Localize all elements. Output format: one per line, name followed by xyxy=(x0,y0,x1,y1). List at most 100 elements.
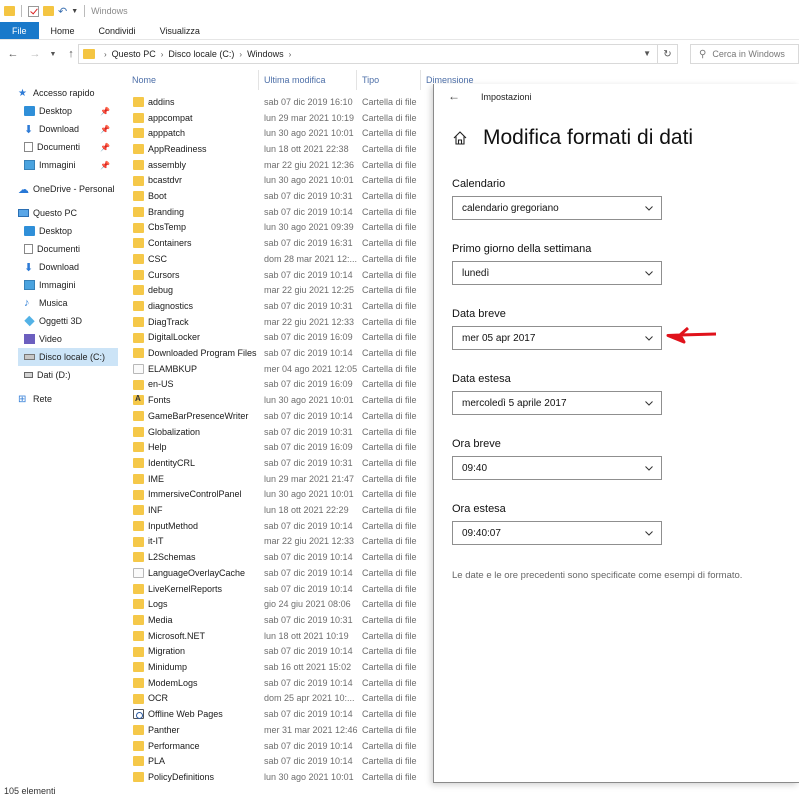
recent-locations-chevron-icon[interactable]: ▼ xyxy=(46,51,60,58)
table-row[interactable]: diagnostics sab 07 dic 2019 10:31 Cartella… xyxy=(128,298,428,314)
column-header-date[interactable]: Ultima modifica xyxy=(264,75,326,85)
refresh-icon[interactable]: ↻ xyxy=(657,45,677,63)
nav-data-d[interactable]: Dati (D:) xyxy=(24,366,71,384)
up-arrow-icon[interactable]: ↑ xyxy=(64,48,78,60)
table-row[interactable]: InputMethod sab 07 dic 2019 10:14 Cartella… xyxy=(128,518,428,534)
table-row[interactable]: Offline Web Pages sab 07 dic 2019 10:14 Ca… xyxy=(128,706,428,722)
nav-images-pinned[interactable]: Immagini 📌 xyxy=(24,156,124,174)
address-bar[interactable]: › Questo PC › Disco locale (C:) › Window… xyxy=(78,44,678,64)
short-date-dropdown[interactable]: mer 05 apr 2017 xyxy=(452,326,662,350)
address-history-chevron-icon[interactable]: ▼ xyxy=(643,49,651,58)
nav-documents-pinned[interactable]: Documenti 📌 xyxy=(24,138,124,156)
nav-this-pc[interactable]: Questo PC xyxy=(18,204,77,222)
chevron-right-icon[interactable]: › xyxy=(239,50,242,59)
table-row[interactable]: Globalization sab 07 dic 2019 10:31 Cartel… xyxy=(128,424,428,440)
table-row[interactable]: en-US sab 07 dic 2019 16:09 Cartella di fi… xyxy=(128,377,428,393)
tab-file[interactable]: File xyxy=(0,22,39,39)
table-row[interactable]: L2Schemas sab 07 dic 2019 10:14 Cartella d… xyxy=(128,549,428,565)
table-row[interactable]: DiagTrack mar 22 giu 2021 12:33 Cartella d… xyxy=(128,314,428,330)
nav-download[interactable]: ⬇ Download xyxy=(24,258,79,276)
calendar-dropdown[interactable]: calendario gregoriano xyxy=(452,196,662,220)
table-row[interactable]: CbsTemp lun 30 ago 2021 09:39 Cartella di … xyxy=(128,220,428,236)
table-row[interactable]: PolicyDefinitions lun 30 ago 2021 10:01 Ca… xyxy=(128,769,428,785)
nav-desktop[interactable]: Desktop xyxy=(24,222,72,240)
nav-quick-access[interactable]: ★ Accesso rapido xyxy=(18,84,95,102)
forward-arrow-icon[interactable]: → xyxy=(28,48,42,60)
nav-local-disk-c[interactable]: Disco locale (C:) xyxy=(18,348,118,366)
table-row[interactable]: Containers sab 07 dic 2019 16:31 Cartella … xyxy=(128,235,428,251)
folder-icon xyxy=(133,599,144,610)
table-row[interactable]: Performance sab 07 dic 2019 10:14 Cartella… xyxy=(128,738,428,754)
table-row[interactable]: addins sab 07 dic 2019 16:10 Cartella di f… xyxy=(128,94,428,110)
chevron-down-icon[interactable]: ▼ xyxy=(71,8,78,15)
column-divider[interactable] xyxy=(258,70,259,90)
column-divider[interactable] xyxy=(420,70,421,90)
properties-icon[interactable] xyxy=(28,5,39,17)
table-row[interactable]: Media sab 07 dic 2019 10:31 Cartella di fi… xyxy=(128,612,428,628)
table-row[interactable]: LiveKernelReports sab 07 dic 2019 10:14 Ca… xyxy=(128,581,428,597)
table-row[interactable]: Fonts lun 30 ago 2021 10:01 Cartella di fi… xyxy=(128,392,428,408)
column-header-type[interactable]: Tipo xyxy=(362,75,379,85)
table-row[interactable]: Cursors sab 07 dic 2019 10:14 Cartella di … xyxy=(128,267,428,283)
search-input[interactable]: ⚲ Cerca in Windows xyxy=(690,44,799,64)
table-row[interactable]: debug mar 22 giu 2021 12:25 Cartella di fi… xyxy=(128,282,428,298)
nav-download-pinned[interactable]: ⬇ Download 📌 xyxy=(24,120,124,138)
tab-share[interactable]: Condividi xyxy=(87,22,148,39)
table-row[interactable]: Minidump sab 16 ott 2021 15:02 Cartella di… xyxy=(128,659,428,675)
new-folder-icon[interactable] xyxy=(43,6,54,16)
table-row[interactable]: ModemLogs sab 07 dic 2019 10:14 Cartella d… xyxy=(128,675,428,691)
nav-images[interactable]: Immagini xyxy=(24,276,76,294)
chevron-right-icon[interactable]: › xyxy=(104,50,107,59)
back-arrow-icon[interactable]: ← xyxy=(6,48,20,60)
long-time-dropdown[interactable]: 09:40:07 xyxy=(452,521,662,545)
table-row[interactable]: Help sab 07 dic 2019 16:09 Cartella di fil… xyxy=(128,439,428,455)
nav-music[interactable]: ♪ Musica xyxy=(24,294,68,312)
nav-onedrive[interactable]: ☁ OneDrive - Personal xyxy=(18,180,115,198)
table-row[interactable]: IdentityCRL sab 07 dic 2019 10:31 Cartella… xyxy=(128,455,428,471)
tab-view[interactable]: Visualizza xyxy=(148,22,212,39)
table-row[interactable]: OCR dom 25 apr 2021 10:... Cartella di fil… xyxy=(128,691,428,707)
table-row[interactable]: CSC dom 28 mar 2021 12:... Cartella di fil… xyxy=(128,251,428,267)
chevron-right-icon[interactable]: › xyxy=(161,50,164,59)
chevron-right-icon[interactable]: › xyxy=(289,50,292,59)
tab-home[interactable]: Home xyxy=(39,22,87,39)
table-row[interactable]: Panther mer 31 mar 2021 12:46 Cartella di … xyxy=(128,722,428,738)
table-row[interactable]: Microsoft.NET lun 18 ott 2021 10:19 Cartel… xyxy=(128,628,428,644)
first-day-dropdown[interactable]: lunedì xyxy=(452,261,662,285)
nav-documents[interactable]: Documenti xyxy=(24,240,80,258)
breadcrumb-this-pc[interactable]: Questo PC xyxy=(112,49,156,59)
table-row[interactable]: appcompat lun 29 mar 2021 10:19 Cartella d… xyxy=(128,110,428,126)
back-arrow-icon[interactable]: ← xyxy=(448,89,460,103)
table-row[interactable]: Logs gio 24 giu 2021 08:06 Cartella di fil… xyxy=(128,596,428,612)
row-type: Cartella di file xyxy=(362,300,417,311)
table-row[interactable]: it-IT mar 22 giu 2021 12:33 Cartella di fi… xyxy=(128,534,428,550)
nav-desktop-pinned[interactable]: Desktop 📌 xyxy=(24,102,124,120)
table-row[interactable]: Migration sab 07 dic 2019 10:14 Cartella d… xyxy=(128,644,428,660)
table-row[interactable]: apppatch lun 30 ago 2021 10:01 Cartella di… xyxy=(128,125,428,141)
home-icon[interactable] xyxy=(452,130,468,146)
nav-video[interactable]: Video xyxy=(24,330,62,348)
short-time-dropdown[interactable]: 09:40 xyxy=(452,456,662,480)
nav-3d-objects[interactable]: Oggetti 3D xyxy=(24,312,82,330)
table-row[interactable]: GameBarPresenceWriter sab 07 dic 2019 10:… xyxy=(128,408,428,424)
breadcrumb-windows[interactable]: Windows xyxy=(247,49,284,59)
table-row[interactable]: PLA sab 07 dic 2019 10:14 Cartella di file xyxy=(128,753,428,769)
table-row[interactable]: Boot sab 07 dic 2019 10:31 Cartella di fil… xyxy=(128,188,428,204)
table-row[interactable]: assembly mar 22 giu 2021 12:36 Cartella di… xyxy=(128,157,428,173)
table-row[interactable]: DigitalLocker sab 07 dic 2019 16:09 Cartel… xyxy=(128,330,428,346)
column-divider[interactable] xyxy=(356,70,357,90)
table-row[interactable]: INF lun 18 ott 2021 22:29 Cartella di file xyxy=(128,502,428,518)
table-row[interactable]: bcastdvr lun 30 ago 2021 10:01 Cartella di… xyxy=(128,173,428,189)
undo-icon[interactable]: ↶ xyxy=(58,5,67,18)
column-header-name[interactable]: Nome xyxy=(132,75,156,85)
table-row[interactable]: ImmersiveControlPanel lun 30 ago 2021 10:… xyxy=(128,487,428,503)
nav-network[interactable]: ⊞ Rete xyxy=(18,390,52,408)
table-row[interactable]: Branding sab 07 dic 2019 10:14 Cartella di… xyxy=(128,204,428,220)
long-date-dropdown[interactable]: mercoledì 5 aprile 2017 xyxy=(452,391,662,415)
table-row[interactable]: IME lun 29 mar 2021 21:47 Cartella di file xyxy=(128,471,428,487)
table-row[interactable]: Downloaded Program Files sab 07 dic 2019 … xyxy=(128,345,428,361)
table-row[interactable]: AppReadiness lun 18 ott 2021 22:38 Cartell… xyxy=(128,141,428,157)
breadcrumb-local-disk[interactable]: Disco locale (C:) xyxy=(168,49,234,59)
table-row[interactable]: ELAMBKUP mer 04 ago 2021 12:05 Cartella di… xyxy=(128,361,428,377)
table-row[interactable]: LanguageOverlayCache sab 07 dic 2019 10:1… xyxy=(128,565,428,581)
